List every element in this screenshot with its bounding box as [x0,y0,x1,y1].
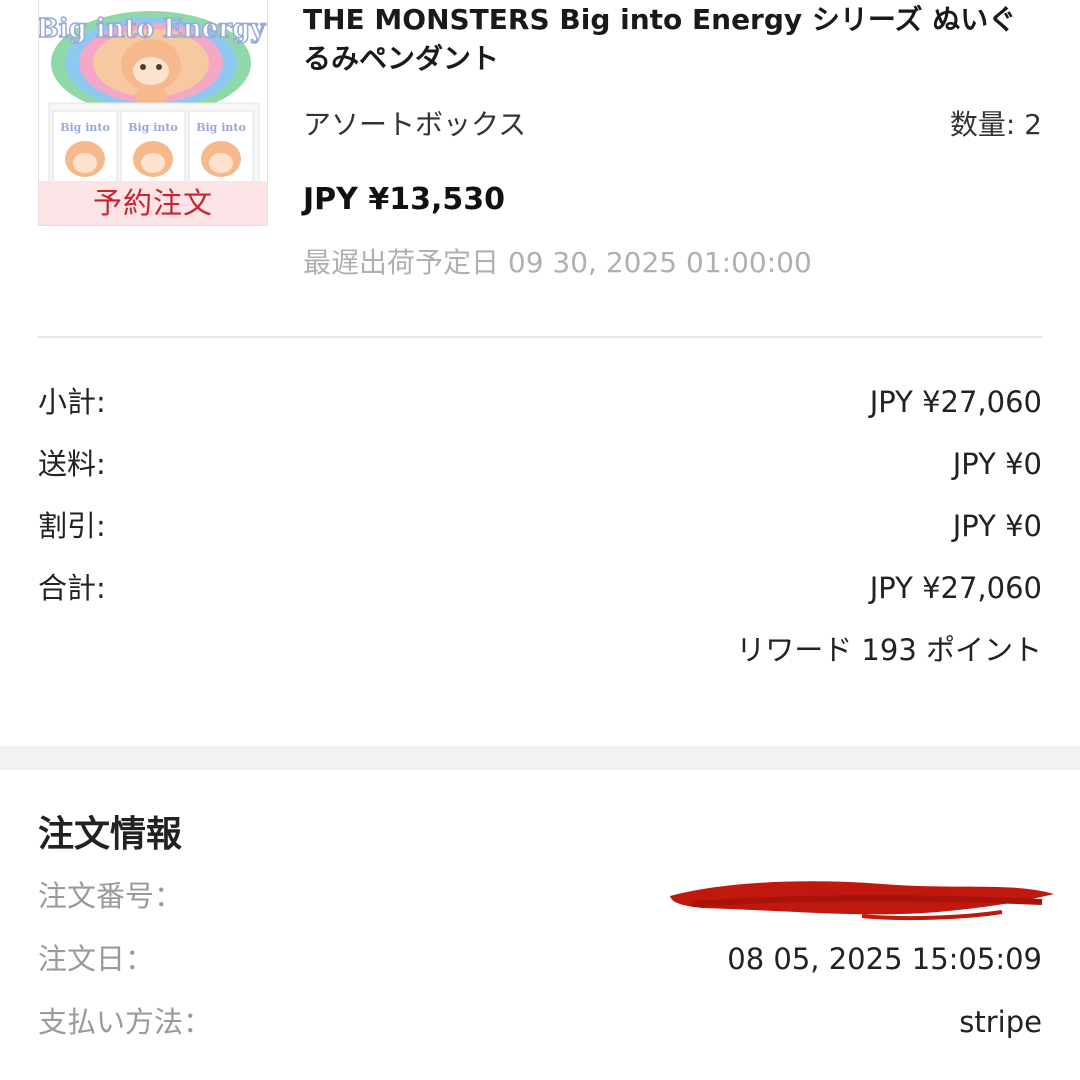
redaction-scribble [670,881,1054,921]
order-date-row: 注文日： 08 05, 2025 15:05:09 [38,937,1042,1000]
order-number-row: 注文番号： [38,874,1054,937]
discount-row: 割引: JPY ¥0 [38,504,1042,566]
discount-label: 割引: [38,509,106,543]
svg-text:Big into: Big into [128,121,178,134]
svg-text:Big into: Big into [60,121,110,134]
preorder-badge: 予約注文 [39,181,267,225]
shipping-row: 送料: JPY ¥0 [38,442,1042,504]
payment-method-label: 支払い方法： [38,1005,213,1039]
product-price: JPY ¥13,530 [303,182,505,217]
svg-text:Big into: Big into [196,121,246,134]
product-quantity: 数量: 2 [949,108,1042,141]
order-totals: 小計: JPY ¥27,060 送料: JPY ¥0 割引: JPY ¥0 合計… [38,380,1042,672]
product-title[interactable]: THE MONSTERS Big into Energy シリーズ ぬいぐるみペ… [303,0,1023,78]
latest-ship-date: 最遅出荷予定日 09 30, 2025 01:00:00 [303,246,812,279]
shipping-value: JPY ¥0 [952,447,1042,481]
order-date-value: 08 05, 2025 15:05:09 [727,942,1042,976]
divider [38,336,1042,338]
shipping-label: 送料: [38,447,106,481]
order-info-section: 注文情報 注文番号： 注文日： 08 05, 2025 15:05:09 支払い… [38,810,1054,1063]
order-info-title: 注文情報 [38,814,183,855]
order-detail-page: Big into Energy Big into Big into Big in… [0,0,1080,1080]
total-label: 合計: [38,571,106,605]
total-row: 合計: JPY ¥27,060 [38,566,1042,628]
subtotal-label: 小計: [38,385,106,419]
product-image: Big into Energy Big into Big into Big in… [39,11,267,183]
reward-points: リワード 193 ポイント [736,633,1042,667]
product-card[interactable]: Big into Energy Big into Big into Big in… [38,0,1042,336]
total-value: JPY ¥27,060 [869,571,1042,605]
product-variant: アソートボックス [303,108,527,141]
subtotal-row: 小計: JPY ¥27,060 [38,380,1042,442]
discount-value: JPY ¥0 [952,509,1042,543]
section-separator [0,746,1080,770]
order-date-label: 注文日： [38,942,155,976]
order-number-label: 注文番号： [38,879,184,913]
product-thumbnail[interactable]: Big into Energy Big into Big into Big in… [38,0,268,226]
payment-method-value: stripe [959,1005,1042,1039]
image-logo-text: Big into Energy [39,14,266,44]
subtotal-value: JPY ¥27,060 [869,385,1042,419]
payment-method-row: 支払い方法： stripe [38,1000,1042,1063]
